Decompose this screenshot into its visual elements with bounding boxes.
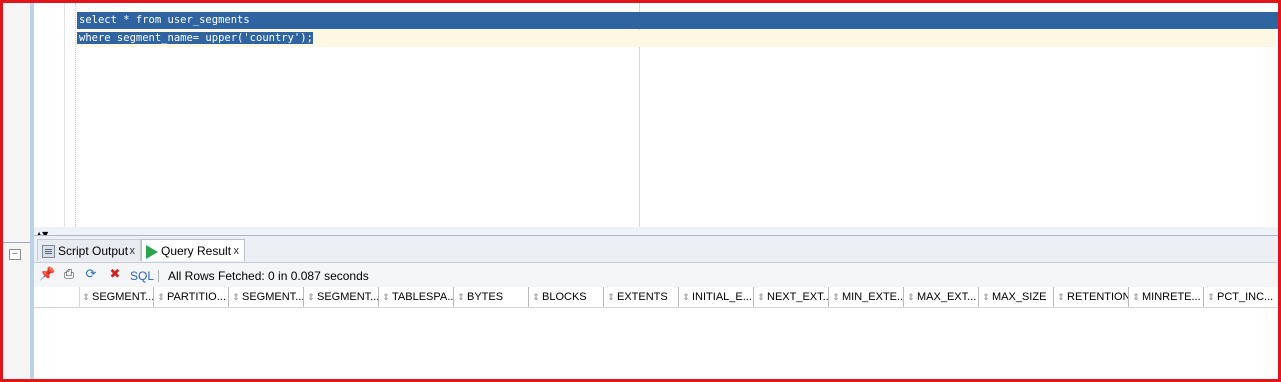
sort-icon[interactable]: ⇕ (756, 287, 766, 307)
column-header[interactable]: ⇕ SEGMENT... (80, 287, 154, 307)
column-label: SEGMENT... (242, 291, 304, 303)
line-number-gutter (34, 3, 65, 227)
sort-icon[interactable]: ⇕ (81, 287, 91, 307)
results-tabs: Script Output x Query Result x (34, 236, 1278, 263)
column-header[interactable]: ⇕ RETENTION (1055, 287, 1129, 307)
column-label: NEXT_EXT... (767, 291, 829, 303)
sort-icon[interactable]: ⇕ (231, 287, 241, 307)
sort-icon[interactable]: ⇕ (606, 287, 616, 307)
column-label: INITIAL_E... (692, 291, 752, 303)
column-label: MINRETE... (1142, 291, 1201, 303)
play-icon (146, 244, 158, 259)
column-label: EXTENTS (617, 291, 668, 303)
column-header[interactable]: ⇕ MIN_EXTE... (830, 287, 904, 307)
sort-icon[interactable]: ⇕ (831, 287, 841, 307)
column-header[interactable]: ⇕ PCT_INC... (1205, 287, 1279, 307)
tab-label: Script Output (58, 244, 129, 258)
sort-icon[interactable]: ⇕ (681, 287, 691, 307)
sort-icon[interactable]: ⇕ (306, 287, 316, 307)
collapse-icon[interactable]: – (9, 249, 21, 260)
sort-icon[interactable]: ⇕ (531, 287, 541, 307)
results-toolbar: 📌 ⎙ ⟳ ✖ SQL All Rows Fetched: 0 in 0.087… (34, 263, 1278, 287)
grid-header: ⇕ SEGMENT... ⇕ PARTITIO... ⇕ SEGMENT... ⇕ SEGME… (34, 287, 1279, 308)
sort-icon[interactable]: ⇕ (456, 287, 466, 307)
sort-icon[interactable]: ⇕ (156, 287, 166, 307)
sort-icon[interactable]: ⇕ (1131, 287, 1141, 307)
column-header[interactable]: ⇕ INITIAL_E... (680, 287, 754, 307)
row-number-header (34, 287, 80, 307)
refresh-icon[interactable]: ⟳ (83, 267, 99, 283)
column-header[interactable]: ⇕ NEXT_EXT... (755, 287, 829, 307)
results-panel: Script Output x Query Result x 📌 ⎙ ⟳ ✖ S… (34, 235, 1279, 380)
column-header[interactable]: ⇕ BYTES (455, 287, 529, 307)
column-header[interactable]: ⇕ TABLESPA... (380, 287, 454, 307)
column-label: PCT_INC... (1217, 291, 1274, 303)
column-header[interactable]: ⇕ BLOCKS (530, 287, 604, 307)
left-gutter (3, 3, 31, 379)
column-header[interactable]: ⇕ SEGMENT... (305, 287, 379, 307)
column-header[interactable]: ⇕ PARTITIO... (155, 287, 229, 307)
clear-icon[interactable]: ✖ (107, 267, 123, 283)
column-label: SEGMENT... (92, 291, 154, 303)
sort-icon[interactable]: ⇕ (381, 287, 391, 307)
column-label: SEGMENT... (317, 291, 379, 303)
sort-icon[interactable]: ⇕ (981, 287, 991, 307)
sort-icon[interactable]: ⇕ (1056, 287, 1066, 307)
code-line-1[interactable]: select * from user_segments (77, 12, 1280, 29)
sort-icon[interactable]: ⇕ (906, 287, 916, 307)
sql-editor[interactable]: select * from user_segments where segmen… (34, 3, 1280, 227)
column-header[interactable]: ⇕ MINRETE... (1130, 287, 1204, 307)
close-tab-icon[interactable]: x (130, 240, 136, 262)
code-line-1-text: select * from user_segments (77, 12, 1280, 29)
column-header[interactable]: ⇕ SEGMENT... (230, 287, 304, 307)
sort-icon[interactable]: ⇕ (1206, 287, 1216, 307)
sql-button[interactable]: SQL (130, 269, 154, 283)
pin-icon[interactable]: 📌 (39, 267, 55, 283)
tab-label: Query Result (161, 244, 232, 258)
column-header[interactable]: ⇕ MAX_SIZE (980, 287, 1054, 307)
tab-script-output[interactable]: Script Output x (37, 239, 141, 261)
column-label: RETENTION (1067, 291, 1129, 303)
gutter-divider (3, 242, 30, 243)
column-header[interactable]: ⇕ MAX_EXT... (905, 287, 979, 307)
close-tab-icon[interactable]: x (234, 240, 240, 262)
tab-query-result[interactable]: Query Result x (141, 239, 245, 261)
column-label: PARTITIO... (167, 291, 226, 303)
print-icon[interactable]: ⎙ (61, 267, 77, 283)
fold-gutter (65, 3, 76, 227)
column-label: MAX_SIZE (992, 291, 1047, 303)
script-output-icon (42, 245, 55, 259)
code-line-2[interactable]: where segment_name= upper('country'); (77, 30, 1276, 47)
column-label: MIN_EXTE... (842, 291, 904, 303)
splitter-arrows[interactable]: ▲▼ (34, 227, 1278, 239)
fetch-status: All Rows Fetched: 0 in 0.087 seconds (168, 269, 369, 283)
column-label: BLOCKS (542, 291, 587, 303)
column-label: MAX_EXT... (917, 291, 977, 303)
toolbar-separator (158, 270, 159, 282)
column-header[interactable]: ⇕ EXTENTS (605, 287, 679, 307)
column-label: TABLESPA... (392, 291, 454, 303)
code-line-2-text: where segment_name= upper('country'); (77, 32, 313, 44)
column-label: BYTES (467, 291, 504, 303)
